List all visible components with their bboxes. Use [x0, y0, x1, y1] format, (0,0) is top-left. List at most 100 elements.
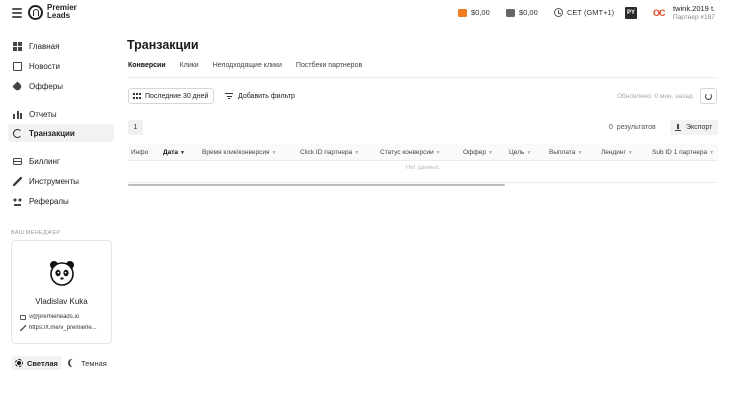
table-divider — [128, 182, 718, 183]
user-menu[interactable]: twink.2019 t. Партнер #187 — [673, 4, 715, 22]
table-header: Инфо Дата ▼ Время клик/конверсия ▼ Click I… — [128, 144, 718, 161]
column-label: Статус конверсии — [380, 149, 434, 156]
refresh-button[interactable] — [700, 88, 717, 104]
theme-light-button[interactable]: Светлая — [11, 356, 62, 370]
date-range-button[interactable]: Последние 30 дней — [128, 88, 214, 104]
balance-primary[interactable]: $0,00 — [458, 8, 490, 17]
sidebar-item-label: Офферы — [29, 81, 64, 91]
date-range-label: Последние 30 дней — [145, 92, 209, 100]
filter-icon — [225, 93, 233, 99]
partner-logo: OC — [653, 8, 666, 18]
column-label: Дата — [163, 149, 179, 156]
sidebar-item-transactions[interactable]: Транзакции — [8, 124, 114, 142]
pagination-page[interactable]: 1 — [128, 120, 143, 135]
manager-telegram-text: https://t.me/v_premierle... — [29, 325, 97, 331]
manager-card: Vladislav Kuka v@premierleads.io https:/… — [11, 240, 112, 344]
add-filter-button[interactable]: Добавить фильтр — [225, 88, 295, 104]
sort-icon: ▼ — [487, 150, 493, 156]
sort-icon: ▼ — [271, 150, 277, 156]
card-icon — [13, 157, 22, 165]
sidebar-item-referrals[interactable]: Рефералы — [8, 192, 114, 210]
sidebar-item-label: Инструменты — [29, 176, 79, 186]
balance-primary-value: $0,00 — [471, 8, 490, 17]
column-label: Click ID партнера — [300, 149, 353, 156]
user-role: Партнер #187 — [673, 14, 715, 21]
theme-dark-label: Темная — [81, 358, 107, 368]
sidebar: Главная Новости Офферы Отчеты Транзакции… — [0, 27, 120, 417]
sidebar-item-home[interactable]: Главная — [8, 37, 114, 55]
manager-email-text: v@premierleads.io — [29, 314, 80, 320]
timezone-label: CET (GMT+1) — [567, 8, 615, 17]
sidebar-item-tools[interactable]: Инструменты — [8, 172, 114, 190]
telegram-icon — [20, 325, 26, 331]
column-goal[interactable]: Цель ▼ — [509, 144, 531, 161]
page-title: Транзакции — [127, 38, 199, 52]
top-bar: Premier Leads $0,00 $0,00 CET (GMT+1) PY… — [0, 0, 730, 27]
balance-secondary-value: $0,00 — [519, 8, 538, 17]
calendar-icon — [133, 93, 141, 99]
sidebar-item-billing[interactable]: Биллинг — [8, 152, 114, 170]
column-conversion-status[interactable]: Статус конверсии ▼ — [380, 144, 441, 161]
manager-telegram[interactable]: https://t.me/v_premierle... — [20, 325, 108, 331]
sort-down-icon: ▼ — [180, 150, 185, 156]
sidebar-item-label: Биллинг — [29, 156, 60, 166]
sort-icon: ▼ — [627, 150, 633, 156]
column-info[interactable]: Инфо — [131, 144, 148, 161]
column-payout[interactable]: Выплата ▼ — [549, 144, 582, 161]
manager-email[interactable]: v@premierleads.io — [20, 314, 108, 320]
user-name: twink.2019 t. — [673, 4, 716, 13]
sidebar-item-label: Транзакции — [29, 128, 75, 138]
column-partner-sub-id-1[interactable]: Sub ID 1 партнера ▼ — [652, 144, 714, 161]
sun-icon — [15, 359, 23, 367]
column-partner-click-id[interactable]: Click ID партнера ▼ — [300, 144, 359, 161]
brand-logo-icon — [28, 4, 43, 20]
tab-partner-postbacks[interactable]: Постбеки партнеров — [296, 62, 362, 78]
results-count: 0 результатов — [609, 124, 656, 131]
sidebar-item-offers[interactable]: Офферы — [8, 77, 114, 95]
column-click-conversion-time[interactable]: Время клик/конверсия ▼ — [202, 144, 276, 161]
balance-secondary[interactable]: $0,00 — [506, 8, 538, 17]
sort-icon: ▼ — [709, 150, 715, 156]
panda-avatar-icon — [50, 261, 74, 286]
clock-icon — [554, 8, 563, 17]
manager-name: Vladislav Kuka — [35, 297, 88, 306]
column-date[interactable]: Дата ▼ — [163, 144, 185, 161]
export-button[interactable]: Экспорт — [670, 120, 718, 135]
sidebar-item-news[interactable]: Новости — [8, 57, 114, 75]
tabs-divider — [128, 77, 718, 78]
sort-icon: ▼ — [435, 150, 441, 156]
news-icon — [13, 61, 22, 71]
referrals-icon — [13, 196, 22, 206]
column-landing[interactable]: Лендинг ▼ — [601, 144, 633, 161]
bar-chart-icon — [13, 109, 22, 119]
no-data-message: Нет данных. — [405, 165, 441, 171]
tab-clicks[interactable]: Клики — [180, 62, 199, 78]
sidebar-item-label: Рефералы — [29, 196, 69, 206]
timezone-selector[interactable]: CET (GMT+1) — [554, 8, 614, 17]
column-label: Оффер — [463, 149, 486, 156]
sort-icon: ▼ — [354, 150, 360, 156]
add-filter-label: Добавить фильтр — [238, 92, 295, 100]
theme-dark-button[interactable]: Темная — [66, 356, 111, 370]
column-label: Цель — [509, 149, 525, 156]
updated-status: Обновлено: 0 мин. назад — [617, 93, 693, 100]
sort-icon: ▼ — [577, 150, 583, 156]
sidebar-item-label: Новости — [29, 61, 60, 71]
column-offer[interactable]: Оффер ▼ — [463, 144, 493, 161]
results-label: результатов — [616, 124, 656, 131]
sidebar-item-label: Отчеты — [29, 109, 57, 119]
tabs: Конверсии Клики Неподходящие клики Постб… — [128, 62, 376, 78]
menu-icon[interactable] — [12, 8, 22, 18]
tab-invalid-clicks[interactable]: Неподходящие клики — [213, 62, 282, 78]
sidebar-item-label: Главная — [29, 41, 60, 51]
brand-logo[interactable]: Premier Leads — [28, 4, 77, 20]
wallet-icon — [506, 8, 515, 17]
grid-icon — [13, 41, 22, 51]
horizontal-scrollbar[interactable] — [128, 184, 505, 186]
brand-name: Premier Leads — [47, 3, 77, 20]
export-icon — [675, 124, 681, 131]
currency-badge[interactable]: PY — [625, 7, 637, 19]
sidebar-item-reports[interactable]: Отчеты — [8, 105, 114, 123]
column-label: Лендинг — [601, 149, 626, 156]
tab-conversions[interactable]: Конверсии — [128, 62, 166, 78]
